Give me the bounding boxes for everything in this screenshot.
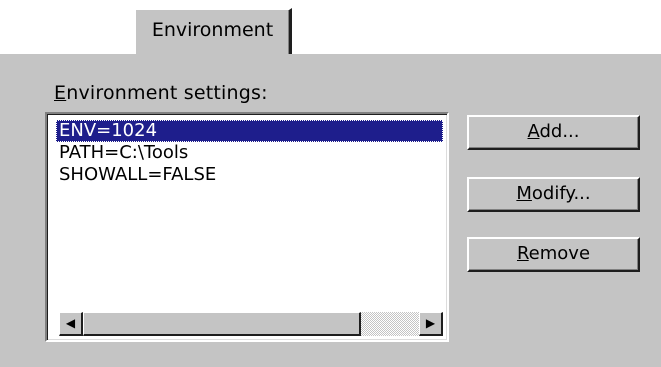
- environment-settings-mnemonic: E: [54, 82, 67, 104]
- list-item-env[interactable]: ENV=1024: [56, 120, 443, 142]
- scroll-right-button[interactable]: ▶: [419, 312, 443, 336]
- modify-button[interactable]: Modify...: [467, 177, 640, 212]
- list-item-showall[interactable]: SHOWALL=FALSE: [56, 164, 443, 186]
- modify-button-label: odify...: [531, 183, 591, 204]
- add-button-label: dd...: [539, 121, 580, 142]
- horizontal-scrollbar[interactable]: ◀ ▶: [59, 312, 443, 336]
- tab-environment[interactable]: Environment: [134, 8, 292, 54]
- modify-button-mnemonic: M: [516, 183, 532, 204]
- remove-button-mnemonic: R: [516, 243, 529, 264]
- scroll-left-icon: ◀: [65, 316, 76, 330]
- list-item-path[interactable]: PATH=C:\Tools: [56, 142, 443, 164]
- environment-settings-label-text: nvironment settings:: [66, 82, 268, 104]
- add-button[interactable]: Add...: [467, 115, 640, 150]
- scroll-right-icon: ▶: [425, 316, 436, 330]
- environment-settings-label: Environment settings:: [54, 82, 268, 104]
- scroll-left-button[interactable]: ◀: [59, 312, 83, 336]
- tab-environment-label: Environment: [151, 19, 274, 41]
- environment-list: ENV=1024 PATH=C:\Tools SHOWALL=FALSE: [56, 120, 443, 186]
- environment-settings-listbox[interactable]: ENV=1024 PATH=C:\Tools SHOWALL=FALSE ◀ ▶: [45, 112, 449, 342]
- scrollbar-thumb[interactable]: [83, 312, 361, 336]
- remove-button-label: emove: [528, 243, 591, 264]
- add-button-mnemonic: A: [527, 121, 540, 142]
- remove-button[interactable]: Remove: [467, 237, 640, 272]
